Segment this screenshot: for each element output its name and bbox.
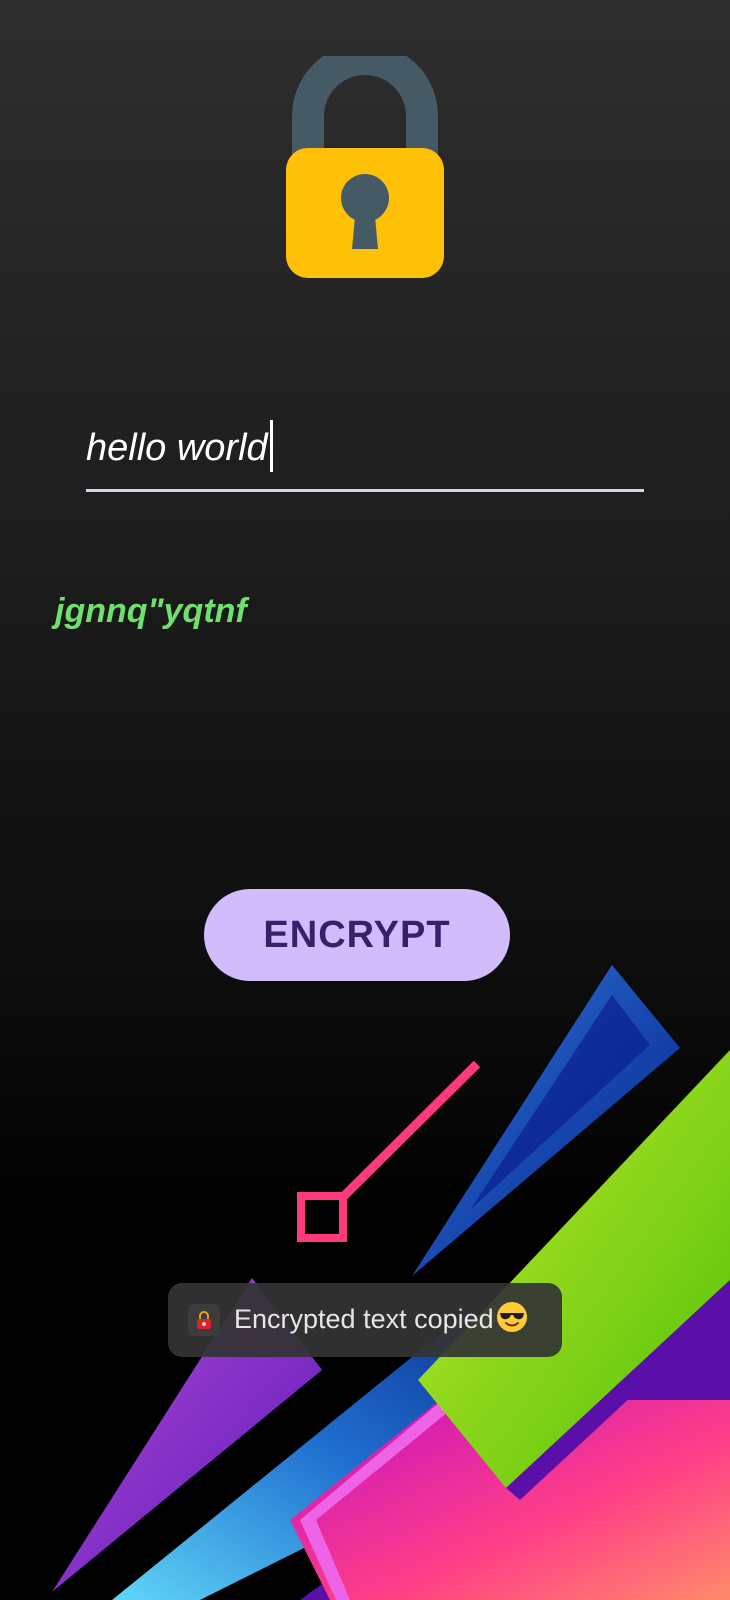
input-underline xyxy=(86,489,644,492)
sunglasses-face-icon xyxy=(496,1302,527,1333)
lock-icon xyxy=(188,1304,220,1336)
text-cursor xyxy=(269,420,273,472)
input-value[interactable]: hello world xyxy=(86,427,268,469)
encrypted-result-text[interactable]: jgnnq"yqtnf xyxy=(55,592,247,631)
encrypt-button[interactable]: ENCRYPT xyxy=(204,889,510,981)
padlock-icon xyxy=(286,56,444,278)
toast-message: Encrypted text copied xyxy=(234,1303,494,1334)
pink-square-shape xyxy=(297,1192,347,1242)
pink-line-shape xyxy=(340,1060,481,1200)
plain-text-input[interactable]: hello world xyxy=(86,410,644,494)
copied-toast: Encrypted text copied xyxy=(168,1283,562,1357)
